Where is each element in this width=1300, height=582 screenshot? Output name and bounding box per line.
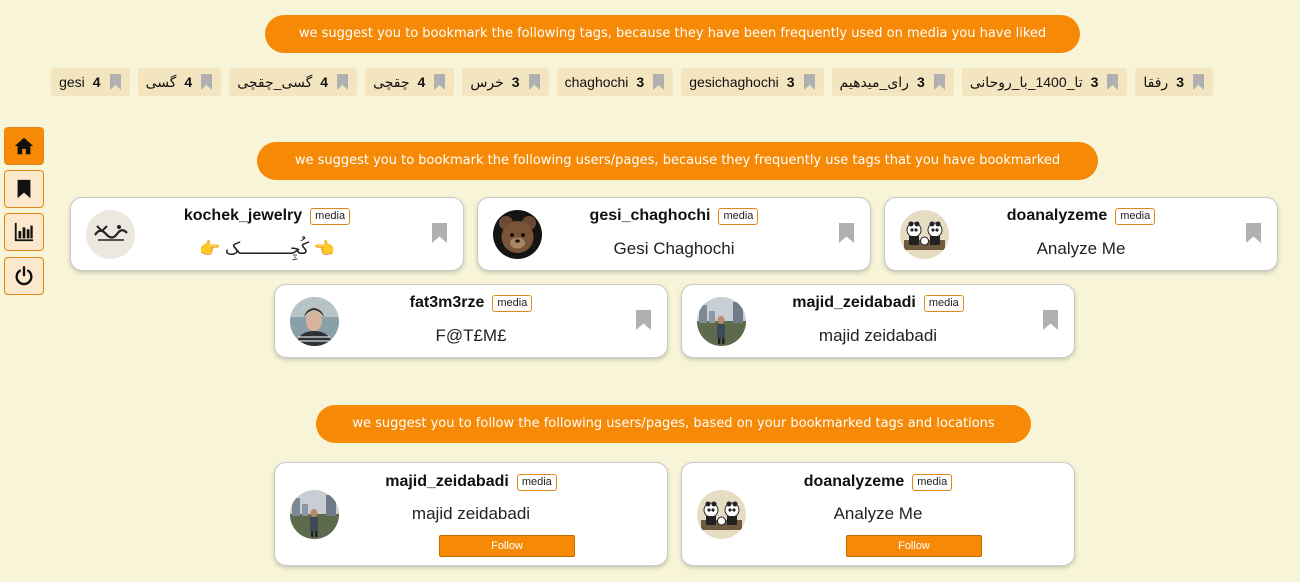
bookmark-tag-icon[interactable] (933, 74, 946, 90)
username-link[interactable]: gesi_chaghochi (590, 207, 711, 225)
full-name: majid zeidabadi (818, 326, 938, 345)
user-suggestion-card: majid_zeidabadi media majid zeidabadi (681, 284, 1075, 358)
media-badge[interactable]: media (516, 473, 557, 491)
media-badge[interactable]: media (1115, 207, 1156, 225)
bookmark-tag-icon[interactable] (1192, 74, 1205, 90)
follow-button[interactable]: Follow (846, 535, 982, 557)
tags-suggestion-banner: we suggest you to bookmark the following… (265, 15, 1080, 53)
username-link[interactable]: fat3m3rze (410, 294, 485, 312)
username-row: gesi_chaghochi media (478, 207, 870, 225)
home-icon (13, 135, 35, 157)
username-link[interactable]: kochek_jewelry (184, 207, 302, 225)
sidebar-home-button[interactable] (4, 127, 44, 165)
username-row: fat3m3rze media (275, 294, 667, 312)
bookmark-icon[interactable] (431, 223, 448, 243)
tag-count: 4 (417, 74, 426, 90)
tag-name: gesi (59, 74, 85, 90)
tag-chip: gesi 4 (51, 68, 130, 96)
full-name: Analyze Me (833, 504, 923, 523)
users-suggestion-banner: we suggest you to bookmark the following… (257, 142, 1098, 180)
bookmark-icon[interactable] (635, 310, 652, 330)
full-name: F@T£M£ (435, 326, 507, 345)
tag-chip: گسی 4 (137, 68, 222, 96)
sidebar-bookmarks-button[interactable] (4, 170, 44, 208)
tag-name: گسی (145, 73, 177, 90)
tag-name: رفقا (1143, 73, 1169, 90)
media-badge[interactable]: media (310, 207, 351, 225)
tag-chip: تا_1400_با_روحانی 3 (961, 68, 1128, 96)
username-link[interactable]: majid_zeidabadi (792, 294, 916, 312)
follow-button[interactable]: Follow (439, 535, 575, 557)
bookmark-tag-icon[interactable] (803, 74, 816, 90)
username-row: majid_zeidabadi media (275, 473, 667, 491)
sidebar-stats-button[interactable] (4, 213, 44, 251)
tag-name: رای_میدهیم (839, 73, 909, 90)
follow-suggestion-card: doanalyzeme media Analyze Me Follow (681, 462, 1075, 566)
bookmark-tag-icon[interactable] (433, 74, 446, 90)
tag-chip: رای_میدهیم 3 (831, 68, 954, 96)
bookmark-tag-icon[interactable] (200, 74, 213, 90)
user-suggestion-card: gesi_chaghochi media Gesi Chaghochi (477, 197, 871, 271)
bar-chart-icon (13, 221, 35, 243)
bookmark-icon[interactable] (1042, 310, 1059, 330)
bookmark-icon[interactable] (1245, 223, 1262, 243)
tag-count: 4 (320, 74, 329, 90)
tag-count: 3 (916, 74, 925, 90)
full-name: majid zeidabadi (411, 504, 531, 523)
full-name: Gesi Chaghochi (613, 239, 735, 258)
full-name: 👉 کُچِــــــــــک 👈 (199, 239, 335, 258)
user-suggestion-card: fat3m3rze media F@T£M£ (274, 284, 668, 358)
tag-chip: گسی_چقچی 4 (229, 68, 358, 96)
tag-name: چقچی (373, 73, 410, 90)
tag-count: 3 (636, 74, 645, 90)
username-row: majid_zeidabadi media (682, 294, 1074, 312)
tag-name: chaghochi (564, 74, 629, 90)
bookmark-tag-icon[interactable] (109, 74, 122, 90)
tag-name: گسی_چقچی (237, 73, 313, 90)
media-badge[interactable]: media (912, 473, 953, 491)
username-link[interactable]: majid_zeidabadi (385, 473, 509, 491)
tag-count: 3 (1090, 74, 1099, 90)
media-badge[interactable]: media (492, 294, 533, 312)
username-link[interactable]: doanalyzeme (804, 473, 904, 491)
tag-count: 4 (184, 74, 193, 90)
follow-suggestion-card: majid_zeidabadi media majid zeidabadi Follo… (274, 462, 668, 566)
user-suggestion-card: kochek_jewelry media 👉 کُچِــــــــــک 👈 (70, 197, 464, 271)
bookmark-tag-icon[interactable] (1106, 74, 1119, 90)
sidebar-logout-button[interactable] (4, 257, 44, 295)
power-icon (13, 265, 35, 287)
tag-name: خرس (470, 73, 504, 90)
username-link[interactable]: doanalyzeme (1007, 207, 1107, 225)
follow-suggestion-banner: we suggest you to follow the following u… (316, 405, 1031, 443)
username-row: doanalyzeme media (885, 207, 1277, 225)
tag-name: تا_1400_با_روحانی (969, 73, 1083, 90)
username-row: kochek_jewelry media (71, 207, 463, 225)
tag-count: 4 (92, 74, 101, 90)
bookmark-tag-icon[interactable] (528, 74, 541, 90)
bookmark-tag-icon[interactable] (652, 74, 665, 90)
bookmark-tag-icon[interactable] (336, 74, 349, 90)
tag-count: 3 (511, 74, 520, 90)
full-name: Analyze Me (1036, 239, 1126, 258)
bookmark-icon[interactable] (838, 223, 855, 243)
tag-chip: gesichaghochi 3 (681, 68, 824, 96)
tag-chip: chaghochi 3 (556, 68, 674, 96)
user-suggestion-card: doanalyzeme media Analyze Me (884, 197, 1278, 271)
media-badge[interactable]: media (923, 294, 964, 312)
tag-suggestions: رفقا 3 تا_1400_با_روحانی 3 رای_میدهیم 3 gesich… (51, 68, 1213, 96)
bookmark-icon (13, 178, 35, 200)
username-row: doanalyzeme media (682, 473, 1074, 491)
tag-name: gesichaghochi (689, 74, 779, 90)
tag-chip: چقچی 4 (365, 68, 455, 96)
tag-count: 3 (1176, 74, 1184, 90)
tag-count: 3 (786, 74, 795, 90)
media-badge[interactable]: media (718, 207, 759, 225)
tag-chip: خرس 3 (462, 68, 549, 96)
tag-chip: رفقا 3 (1135, 68, 1213, 96)
